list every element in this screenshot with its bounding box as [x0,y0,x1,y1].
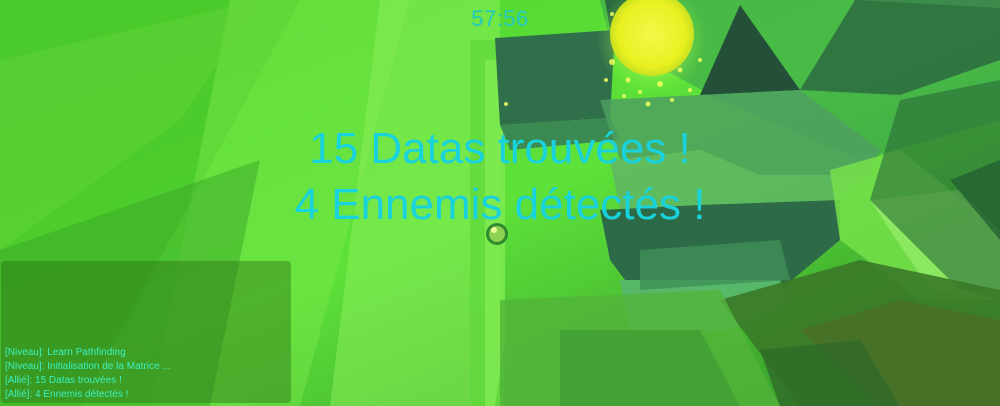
game-viewport[interactable]: 57:56 15 Datas trouvées ! 4 Ennemis déte… [0,0,1000,406]
announcement-enemies-detected: 4 Ennemis détectés ! [294,180,706,229]
chat-message: [Allié]: 4 Ennemis détectés ! [5,389,129,400]
announcement-data-found: 15 Datas trouvées ! [309,124,691,173]
timer: 57:56 [471,6,529,31]
chat-message: [Niveau]: Initialisation de la Matrice .… [5,361,171,372]
chat-log: [Niveau]: Learn Pathfinding [Niveau]: In… [5,346,290,402]
chat-message: [Allié]: 15 Datas trouvées ! [5,375,122,386]
chat-message: [Niveau]: Learn Pathfinding [5,347,126,358]
